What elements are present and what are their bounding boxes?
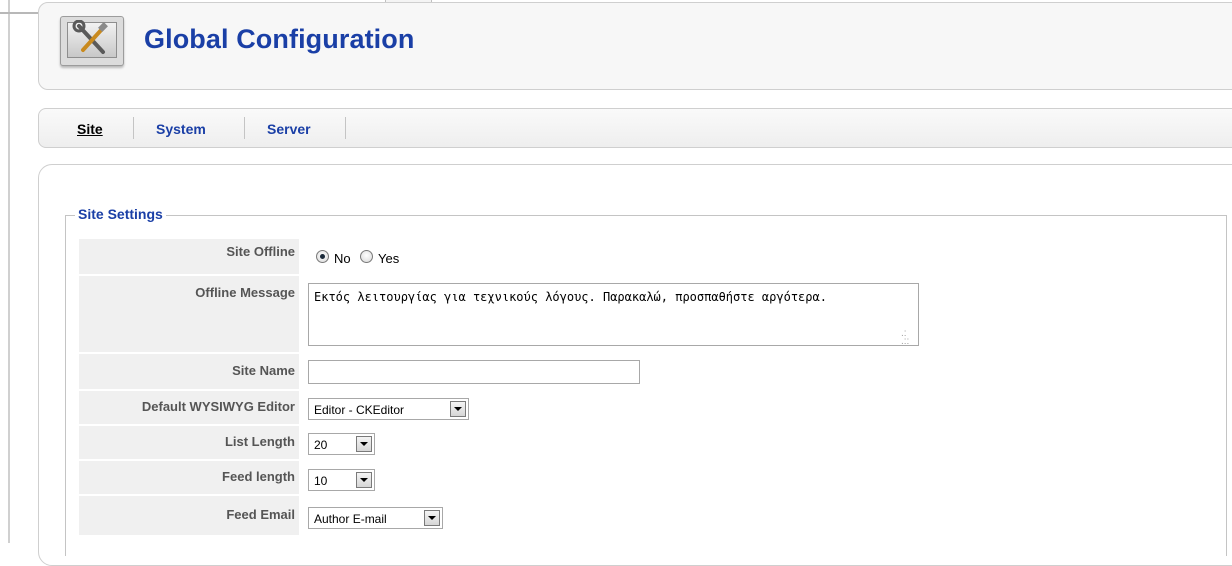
default-editor-label: Default WYSIWYG Editor bbox=[79, 391, 299, 425]
tab-site[interactable]: Site bbox=[77, 121, 103, 137]
tab-separator bbox=[244, 117, 245, 139]
list-length-select[interactable]: 20 bbox=[308, 433, 375, 455]
site-name-input[interactable] bbox=[308, 360, 640, 384]
site-offline-yes-label: Yes bbox=[378, 251, 400, 266]
list-length-label: List Length bbox=[79, 426, 299, 460]
tabs-bar bbox=[38, 108, 1232, 148]
left-frame-border bbox=[8, 0, 10, 543]
feed-email-label: Feed Email bbox=[79, 496, 299, 536]
tab-system[interactable]: System bbox=[156, 121, 206, 137]
chevron-down-icon[interactable] bbox=[356, 472, 372, 488]
site-offline-yes-radio[interactable] bbox=[360, 250, 373, 263]
chevron-down-icon[interactable] bbox=[450, 401, 466, 417]
site-name-label: Site Name bbox=[79, 354, 299, 390]
feed-length-value: 10 bbox=[314, 474, 328, 488]
chevron-down-icon[interactable] bbox=[356, 436, 372, 452]
page-title: Global Configuration bbox=[144, 24, 415, 54]
default-editor-value: Editor - CKEditor bbox=[314, 403, 405, 417]
site-settings-legend: Site Settings bbox=[75, 206, 166, 222]
offline-message-label: Offline Message bbox=[79, 276, 299, 353]
site-offline-no-label: No bbox=[334, 251, 351, 266]
site-offline-label: Site Offline bbox=[79, 239, 299, 275]
tab-separator bbox=[345, 117, 346, 139]
list-length-value: 20 bbox=[314, 438, 328, 452]
tab-server[interactable]: Server bbox=[267, 121, 311, 137]
chevron-down-icon[interactable] bbox=[424, 510, 440, 526]
resize-grip-icon[interactable]: .:.:: bbox=[901, 329, 909, 347]
tab-separator bbox=[133, 117, 134, 139]
site-offline-no-radio[interactable] bbox=[316, 250, 329, 263]
feed-email-value: Author E-mail bbox=[314, 512, 387, 526]
default-editor-select[interactable]: Editor - CKEditor bbox=[308, 398, 469, 420]
feed-email-select[interactable]: Author E-mail bbox=[308, 507, 443, 529]
feed-length-select[interactable]: 10 bbox=[308, 469, 375, 491]
tools-icon bbox=[60, 16, 124, 66]
offline-message-textarea[interactable]: Εκτός λειτουργίας για τεχνικούς λόγους. … bbox=[308, 283, 919, 346]
feed-length-label: Feed length bbox=[79, 461, 299, 495]
